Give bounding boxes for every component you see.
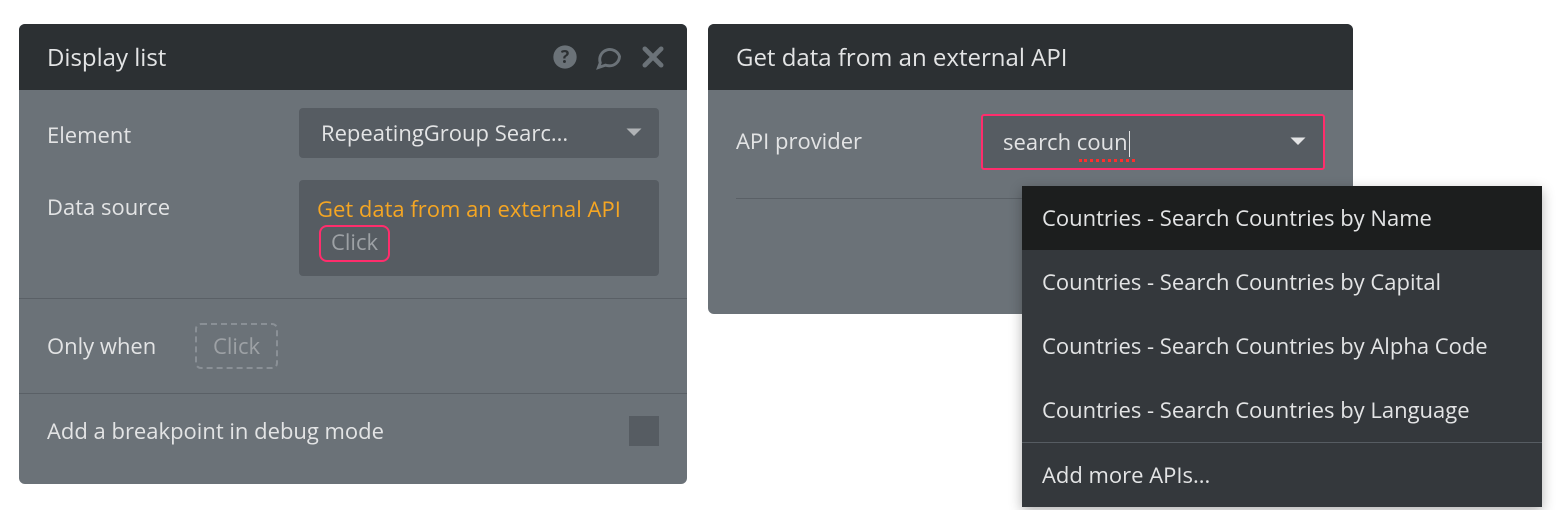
panel-title: Get data from an external API [736, 41, 1067, 74]
element-dropdown-value: RepeatingGroup Searc... [321, 118, 568, 148]
api-provider-row: API provider search coun [736, 114, 1325, 170]
spellcheck-underline [1079, 159, 1135, 162]
element-row: Element RepeatingGroup Searc... [47, 108, 659, 158]
dropdown-item[interactable]: Countries - Search Countries by Name [1022, 186, 1542, 250]
close-icon[interactable] [639, 43, 667, 71]
only-when-label: Only when [47, 331, 195, 361]
panel-header: Display list ? [19, 24, 687, 90]
dropdown-item[interactable]: Countries - Search Countries by Capital [1022, 250, 1542, 314]
data-source-row: Data source Get data from an external AP… [47, 180, 659, 276]
api-input-value: search coun [1003, 127, 1128, 157]
dropdown-item[interactable]: Countries - Search Countries by Language [1022, 378, 1542, 442]
only-when-row: Only when Click [19, 323, 687, 393]
element-label: Element [47, 108, 299, 150]
dropdown-item-add-more[interactable]: Add more APIs... [1022, 443, 1542, 507]
divider [19, 298, 687, 299]
panel-body: Element RepeatingGroup Searc... Data sou… [19, 90, 687, 276]
api-provider-input-text: search coun [1003, 127, 1130, 157]
text-caret [1129, 131, 1130, 157]
svg-text:?: ? [561, 45, 569, 69]
data-source-value: Get data from an external API [317, 194, 621, 224]
api-provider-label: API provider [736, 114, 981, 156]
header-icon-group: ? [551, 43, 667, 71]
data-source-box[interactable]: Get data from an external API Click [299, 180, 659, 276]
element-dropdown[interactable]: RepeatingGroup Searc... [299, 108, 659, 158]
api-provider-input[interactable]: search coun [981, 114, 1325, 170]
data-source-label: Data source [47, 180, 299, 222]
breakpoint-label: Add a breakpoint in debug mode [47, 416, 384, 446]
breakpoint-checkbox[interactable] [629, 416, 659, 446]
chevron-down-icon [1289, 136, 1307, 148]
chevron-down-icon [625, 127, 643, 139]
comment-icon[interactable] [595, 43, 623, 71]
dropdown-item[interactable]: Countries - Search Countries by Alpha Co… [1022, 314, 1542, 378]
api-provider-dropdown-menu: Countries - Search Countries by Name Cou… [1022, 186, 1542, 507]
breakpoint-row: Add a breakpoint in debug mode [19, 393, 687, 468]
help-icon[interactable]: ? [551, 43, 579, 71]
only-when-click[interactable]: Click [195, 323, 278, 369]
data-source-click-pill[interactable]: Click [319, 225, 390, 262]
panel-header: Get data from an external API [708, 24, 1353, 90]
display-list-panel: Display list ? Element RepeatingGroup Se… [19, 24, 687, 484]
panel-title: Display list [47, 41, 166, 74]
